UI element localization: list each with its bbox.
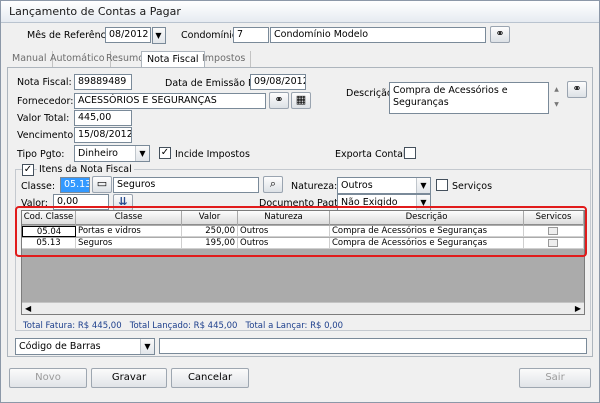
barcode-type-select[interactable]: Código de Barras ▼ — [15, 338, 155, 355]
vencimento-label: Vencimento: — [17, 130, 77, 141]
binoculars-icon[interactable]: ⚭ — [269, 92, 289, 109]
natureza-value: Outros — [341, 180, 373, 191]
emissao-input[interactable]: 09/08/2012 — [250, 74, 306, 90]
exporta-label: Exporta Contabil — [335, 149, 415, 160]
scroll-left-icon[interactable]: ◀ — [25, 304, 31, 313]
classe-label: Classe: — [21, 181, 56, 192]
incide-checkbox[interactable]: ✓ — [159, 147, 171, 159]
edit-form-icon[interactable]: ▦ — [291, 92, 311, 109]
sair-button[interactable]: Sair — [519, 368, 591, 388]
cancelar-button[interactable]: Cancelar — [171, 368, 249, 388]
exporta-checkbox[interactable] — [404, 147, 416, 159]
emissao-label: Data de Emissão NF: — [165, 78, 264, 89]
chevron-down-icon: ▼ — [140, 339, 154, 354]
chevron-down-icon: ▼ — [135, 146, 149, 161]
chevron-down-icon: ▼ — [153, 28, 165, 43]
total-fatura: Total Fatura: R$ 445,00 — [23, 321, 122, 331]
barcode-type-value: Código de Barras — [19, 341, 101, 352]
fornecedor-label: Fornecedor: — [17, 96, 74, 107]
tab-nota-fiscal[interactable]: Nota Fiscal — [141, 51, 205, 68]
mes-label: Mês de Referência: — [27, 30, 118, 41]
totals-line: Total Fatura: R$ 445,00 Total Lançado: R… — [23, 321, 343, 331]
itens-label: Itens da Nota Fiscal — [37, 164, 134, 175]
descricao-textarea[interactable]: Compra de Acessórios e Seguranças — [389, 82, 549, 114]
mes-dropdown[interactable]: ▼ — [152, 27, 166, 44]
incide-label: Incide Impostos — [175, 149, 250, 160]
tipo-label: Tipo Pgto: — [17, 149, 65, 160]
tipo-select[interactable]: Dinheiro ▼ — [74, 145, 150, 162]
servicos-checkbox[interactable] — [436, 179, 448, 191]
novo-button[interactable]: Novo — [9, 368, 87, 388]
classe-name-input[interactable]: Seguros — [113, 177, 259, 193]
valor-total-label: Valor Total: — [17, 113, 70, 124]
fornecedor-input[interactable]: ACESSÓRIOS E SEGURANÇAS — [74, 93, 266, 109]
chevron-down-icon: ▼ — [416, 178, 430, 193]
tab-impostos[interactable]: Impostos — [197, 51, 252, 67]
nota-input[interactable]: 89889489 — [74, 74, 132, 90]
binoculars-icon[interactable]: ⚭ — [490, 26, 510, 43]
mes-input[interactable]: 08/2012 — [105, 27, 151, 43]
nota-label: Nota Fiscal: — [17, 77, 72, 88]
itens-checkbox[interactable]: ✓ — [22, 164, 34, 176]
natureza-label: Natureza: — [291, 181, 338, 192]
gravar-button[interactable]: Gravar — [91, 368, 167, 388]
table-horizontal-scrollbar[interactable]: ◀ ▶ — [22, 302, 584, 314]
condominio-code-input[interactable]: 7 — [233, 27, 269, 43]
scroll-right-icon[interactable]: ▶ — [575, 304, 581, 313]
total-lancado: Total Lançado: R$ 445,00 — [129, 321, 238, 331]
valor-total-input[interactable]: 445,00 — [74, 110, 132, 126]
highlight-box — [15, 206, 587, 257]
folder-icon[interactable]: ▭ — [92, 176, 112, 193]
natureza-select[interactable]: Outros ▼ — [337, 177, 431, 194]
binoculars-icon[interactable]: ⚭ — [567, 81, 587, 98]
title-bar: Lançamento de Contas a Pagar — [1, 1, 599, 23]
barcode-input[interactable] — [159, 338, 587, 354]
descricao-scroll-arrows[interactable]: ▲ ▼ — [552, 82, 561, 114]
tipo-value: Dinheiro — [78, 148, 118, 159]
main-window: Lançamento de Contas a Pagar Mês de Refe… — [0, 0, 600, 403]
window-title: Lançamento de Contas a Pagar — [9, 5, 181, 18]
condominio-label: Condomínio: — [181, 30, 241, 41]
classe-code-input[interactable]: 05.13 — [60, 177, 90, 193]
total-a-lancar: Total a Lançar: R$ 0,00 — [245, 321, 344, 331]
search-icon[interactable]: ⌕ — [263, 176, 283, 193]
condominio-name-input[interactable]: Condomínio Modelo — [270, 27, 486, 43]
vencimento-input[interactable]: 15/08/2012 — [74, 127, 132, 143]
servicos-label: Serviços — [452, 181, 493, 192]
